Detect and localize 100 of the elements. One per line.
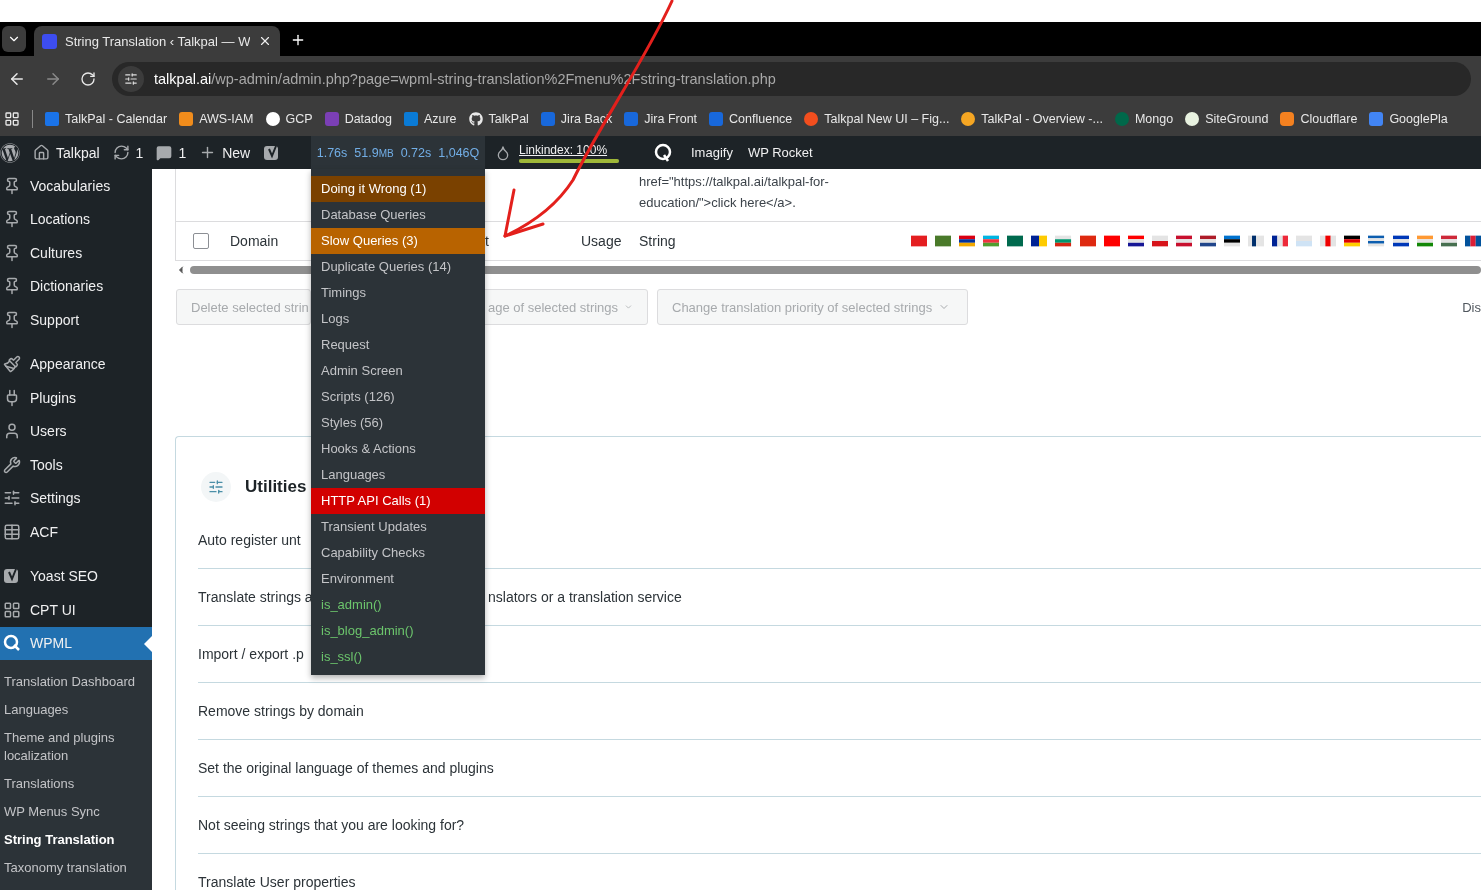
bookmark-icon <box>1369 112 1384 126</box>
utility-link[interactable]: Not seeing strings that you are looking for? <box>198 817 465 833</box>
menu-item[interactable]: Scripts (126) <box>311 384 485 410</box>
bookmark-icon <box>1185 112 1200 126</box>
submenu-item[interactable]: String Translation <box>0 826 152 854</box>
bookmark[interactable]: Cloudflare <box>1280 112 1358 126</box>
bookmark-icon <box>961 112 976 126</box>
sidebar-item[interactable]: Tools <box>0 448 152 482</box>
browser-tab[interactable]: String Translation ‹ Talkpal — W <box>34 26 281 56</box>
submenu-item[interactable]: Translations <box>0 770 152 798</box>
bookmark-icon <box>265 112 280 126</box>
sliders-icon <box>124 72 138 86</box>
wrench-icon <box>3 455 21 474</box>
sidebar-item[interactable]: WPML <box>0 626 152 660</box>
menu-item[interactable]: Slow Queries (3) <box>311 228 485 254</box>
flag-icon <box>1055 235 1072 247</box>
bookmark[interactable]: TalkPal <box>468 112 529 126</box>
menu-item[interactable]: HTTP API Calls (1) <box>311 488 485 514</box>
flag-icon <box>1464 235 1481 247</box>
menu-item[interactable]: Request <box>311 332 485 358</box>
bookmark[interactable]: TalkPal - Overview -... <box>961 112 1103 126</box>
flag-icon <box>1368 235 1385 247</box>
bookmark[interactable]: AWS-IAM <box>179 112 254 126</box>
sidebar-item[interactable]: Yoast SEO <box>0 559 152 593</box>
tab-list-button[interactable] <box>2 26 26 52</box>
flag-icon <box>1199 235 1216 247</box>
apps-icon[interactable] <box>4 111 20 127</box>
wp-rocket-link[interactable]: WP Rocket <box>747 145 813 160</box>
menu-item[interactable]: Doing it Wrong (1) <box>311 176 485 202</box>
sidebar-item[interactable]: Locations <box>0 202 152 236</box>
sidebar-item[interactable]: Users <box>0 414 152 448</box>
reload-button[interactable] <box>78 69 98 89</box>
menu-item[interactable]: Hooks & Actions <box>311 436 485 462</box>
bookmark[interactable]: Confluence <box>709 112 793 126</box>
sidebar-item[interactable]: CPT UI <box>0 593 152 627</box>
bookmark[interactable]: GCP <box>265 112 313 126</box>
sidebar-item[interactable]: Support <box>0 303 152 337</box>
bookmark-icon <box>45 112 59 126</box>
bookmark[interactable]: SiteGround <box>1185 112 1269 126</box>
bookmark[interactable]: Jira Front <box>624 112 698 126</box>
bookmark[interactable]: Datadog <box>324 112 392 126</box>
column-header: Usage <box>581 233 622 249</box>
menu-item[interactable]: is_ssl() <box>311 644 485 670</box>
site-info-button[interactable] <box>118 66 144 92</box>
menu-item[interactable]: Environment <box>311 566 485 592</box>
menu-item[interactable]: Duplicate Queries (14) <box>311 254 485 280</box>
bookmark[interactable]: Talkpal New UI – Fig... <box>804 112 950 126</box>
submenu-item[interactable]: Taxonomy translation <box>0 854 152 882</box>
comments-link[interactable]: 1 <box>156 144 187 161</box>
bookmark[interactable]: Azure <box>403 112 457 126</box>
paintbrush-icon <box>3 355 21 374</box>
settings-icon <box>3 489 21 508</box>
updates-link[interactable]: 1 <box>112 144 144 161</box>
sidebar-item[interactable]: Vocabularies <box>0 169 152 203</box>
sidebar-item[interactable]: Dictionaries <box>0 269 152 303</box>
menu-item[interactable]: is_admin() <box>311 592 485 618</box>
flag-icon <box>959 235 976 247</box>
flag-icon <box>1224 235 1241 247</box>
wordpress-icon[interactable] <box>0 142 20 163</box>
bookmark[interactable]: Mongo <box>1114 112 1174 126</box>
pin-icon <box>3 310 21 329</box>
sidebar-item[interactable]: ACF <box>0 515 152 549</box>
sidebar-item[interactable]: Cultures <box>0 236 152 270</box>
refresh-icon <box>112 144 130 161</box>
menu-item[interactable]: is_blog_admin() <box>311 618 485 644</box>
bookmark[interactable]: TalkPal - Calendar <box>45 112 168 126</box>
site-link[interactable]: Talkpal <box>33 144 100 161</box>
bookmark[interactable]: GooglePla <box>1369 112 1448 126</box>
utility-link[interactable]: nslators or a translation service <box>488 589 682 605</box>
bookmark-icon <box>540 112 555 126</box>
sidebar-item[interactable]: Settings <box>0 481 152 515</box>
logo-icon <box>3 567 21 586</box>
menu-item[interactable]: Admin Screen <box>311 358 485 384</box>
menu-item[interactable]: Capability Checks <box>311 540 485 566</box>
flag-icon <box>1248 235 1265 247</box>
utility-link[interactable]: Translate User properties <box>198 874 356 890</box>
utility-link[interactable]: Set the original language of themes and plugins <box>198 760 494 776</box>
checkbox[interactable] <box>193 233 209 249</box>
flag-icon <box>935 235 952 247</box>
submenu-item[interactable]: Translation Dashboard <box>0 668 152 696</box>
menu-item[interactable]: Transient Updates <box>311 514 485 540</box>
logo-icon[interactable] <box>653 142 673 163</box>
menu-item[interactable]: Languages <box>311 462 485 488</box>
submenu-item[interactable]: Languages <box>0 696 152 724</box>
submenu-item[interactable]: WP Menus Sync <box>0 798 152 826</box>
droplet-icon[interactable] <box>495 144 511 161</box>
new-link[interactable]: New <box>199 144 251 161</box>
sidebar-item[interactable]: Plugins <box>0 381 152 415</box>
utility-link[interactable]: Import / export .p <box>198 646 304 662</box>
utility-link[interactable]: Auto register unt <box>198 532 301 548</box>
menu-item[interactable]: Styles (56) <box>311 410 485 436</box>
github-icon <box>468 112 483 126</box>
pin-icon <box>3 277 21 296</box>
submenu-item[interactable]: Theme and plugins localization <box>0 724 152 770</box>
utility-link[interactable]: Remove strings by domain <box>198 703 364 719</box>
imagify-link[interactable]: Imagify <box>691 145 733 160</box>
flag-icon <box>1392 235 1409 247</box>
menu-item[interactable]: Database Queries <box>311 202 485 228</box>
sidebar-item[interactable]: Appearance <box>0 347 152 381</box>
flag-icon <box>1296 235 1313 247</box>
